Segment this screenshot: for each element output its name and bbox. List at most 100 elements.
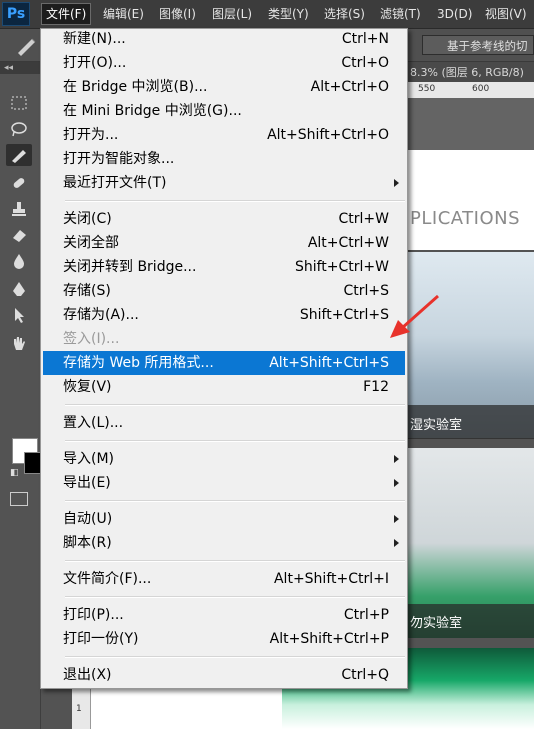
menu-item-scripts[interactable]: 脚本(R)	[43, 531, 405, 555]
menu-item-browse-mini-bridge[interactable]: 在 Mini Bridge 中浏览(G)...	[43, 99, 405, 123]
horizontal-ruler: 550 600	[408, 82, 534, 99]
menu-select[interactable]: 选择(S)	[320, 4, 369, 24]
menu-item-label: 存储为(A)...	[63, 307, 139, 323]
blur-tool-icon[interactable]	[6, 250, 32, 272]
menu-layer[interactable]: 图层(L)	[208, 4, 256, 24]
menu-item-label: 关闭并转到 Bridge...	[63, 259, 197, 275]
ruler-label: 600	[472, 84, 490, 94]
menu-filter[interactable]: 滤镜(T)	[376, 4, 425, 24]
menu-item-shortcut: Alt+Shift+Ctrl+S	[269, 355, 389, 371]
menu-item-place[interactable]: 置入(L)...	[43, 411, 405, 435]
slice-tool-icon[interactable]	[6, 144, 32, 166]
menu-item-save[interactable]: 存储(S) Ctrl+S	[43, 279, 405, 303]
ruler-label: 1	[76, 704, 82, 714]
menu-separator	[65, 440, 405, 442]
canvas-area	[90, 688, 282, 729]
menu-item-shortcut: Alt+Ctrl+O	[310, 79, 389, 95]
menu-item-close-go-bridge[interactable]: 关闭并转到 Bridge... Shift+Ctrl+W	[43, 255, 405, 279]
menu-item-label: 导入(M)	[63, 451, 115, 467]
menu-item-shortcut: Alt+Shift+Ctrl+P	[269, 631, 389, 647]
menu-item-close-all[interactable]: 关闭全部 Alt+Ctrl+W	[43, 231, 405, 255]
menu-item-label: 文件简介(F)...	[63, 571, 152, 587]
menu-item-recent-files[interactable]: 最近打开文件(T)	[43, 171, 405, 195]
menu-separator	[65, 596, 405, 598]
menu-item-print[interactable]: 打印(P)... Ctrl+P	[43, 603, 405, 627]
menu-edit[interactable]: 编辑(E)	[99, 4, 148, 24]
menu-item-export[interactable]: 导出(E)	[43, 471, 405, 495]
menu-item-shortcut: Alt+Ctrl+W	[307, 235, 389, 251]
photoshop-logo: Ps	[2, 2, 30, 26]
menu-item-shortcut: Ctrl+W	[338, 211, 389, 227]
menu-item-shortcut: Ctrl+P	[343, 607, 389, 623]
submenu-arrow-icon	[394, 515, 399, 523]
default-colors-icon[interactable]: ◧	[10, 468, 19, 478]
path-selection-icon[interactable]	[6, 304, 32, 326]
menu-item-label: 在 Bridge 中浏览(B)...	[63, 79, 208, 95]
document-tab-title: 8.3% (图层 6, RGB/8)	[410, 66, 524, 79]
eraser-icon[interactable]	[6, 224, 32, 246]
menu-separator	[65, 500, 405, 502]
menu-item-shortcut: Ctrl+O	[341, 55, 389, 71]
menu-view[interactable]: 视图(V)	[481, 4, 531, 24]
lasso-tool-icon[interactable]	[6, 118, 32, 140]
menu-item-close[interactable]: 关闭(C) Ctrl+W	[43, 207, 405, 231]
marquee-tool-icon[interactable]	[6, 92, 32, 114]
menu-separator	[65, 200, 405, 202]
menu-separator	[65, 656, 405, 658]
photo-caption-1: 湿实验室	[410, 418, 463, 433]
clone-stamp-icon[interactable]	[6, 198, 32, 220]
pen-tool-icon[interactable]	[6, 278, 32, 300]
menu-item-check-in: 签入(I)...	[43, 327, 405, 351]
slices-from-guides-button[interactable]: 基于参考线的切	[422, 35, 534, 55]
submenu-arrow-icon	[394, 179, 399, 187]
menu-item-label: 新建(N)...	[63, 31, 126, 47]
menu-item-save-for-web[interactable]: 存储为 Web 所用格式... Alt+Shift+Ctrl+S	[43, 351, 405, 375]
menu-item-print-one-copy[interactable]: 打印一份(Y) Alt+Shift+Ctrl+P	[43, 627, 405, 651]
menu-item-open-smart-object[interactable]: 打开为智能对象...	[43, 147, 405, 171]
menu-item-file-info[interactable]: 文件简介(F)... Alt+Shift+Ctrl+I	[43, 567, 405, 591]
menu-item-label: 打开(O)...	[63, 55, 127, 71]
canvas-heading: PLICATIONS	[410, 208, 521, 229]
menu-item-open-as[interactable]: 打开为... Alt+Shift+Ctrl+O	[43, 123, 405, 147]
menu-image[interactable]: 图像(I)	[155, 4, 200, 24]
collapse-panels-icon[interactable]: ◂◂	[4, 62, 13, 74]
menu-item-save-as[interactable]: 存储为(A)... Shift+Ctrl+S	[43, 303, 405, 327]
menu-item-label: 存储为 Web 所用格式...	[63, 355, 214, 371]
menu-item-revert[interactable]: 恢复(V) F12	[43, 375, 405, 399]
menu-separator	[65, 560, 405, 562]
menu-item-automate[interactable]: 自动(U)	[43, 507, 405, 531]
menu-item-label: 最近打开文件(T)	[63, 175, 167, 191]
menu-bar: Ps 文件(F) 编辑(E) 图像(I) 图层(L) 类型(Y) 选择(S) 滤…	[0, 0, 534, 29]
menu-item-open[interactable]: 打开(O)... Ctrl+O	[43, 51, 405, 75]
menu-item-label: 打开为智能对象...	[63, 151, 175, 167]
menu-file[interactable]: 文件(F)	[40, 3, 92, 25]
menu-item-label: 自动(U)	[63, 511, 113, 527]
menu-item-label: 在 Mini Bridge 中浏览(G)...	[63, 103, 242, 119]
menu-item-shortcut: Alt+Shift+Ctrl+O	[267, 127, 389, 143]
menu-item-label: 关闭全部	[63, 235, 119, 251]
file-menu-dropdown: 新建(N)... Ctrl+N 打开(O)... Ctrl+O 在 Bridge…	[40, 28, 408, 689]
healing-brush-icon[interactable]	[6, 172, 32, 194]
menu-type[interactable]: 类型(Y)	[264, 4, 313, 24]
menu-item-label: 打开为...	[63, 127, 119, 143]
menu-item-shortcut: F12	[363, 379, 389, 395]
menu-item-label: 存储(S)	[63, 283, 111, 299]
canvas-header-area	[408, 150, 534, 250]
menu-item-import[interactable]: 导入(M)	[43, 447, 405, 471]
menu-item-browse-bridge[interactable]: 在 Bridge 中浏览(B)... Alt+Ctrl+O	[43, 75, 405, 99]
menu-item-label: 恢复(V)	[63, 379, 112, 395]
submenu-arrow-icon	[394, 539, 399, 547]
tools-panel: ◧	[0, 74, 46, 729]
menu-item-label: 退出(X)	[63, 667, 112, 683]
hand-tool-icon[interactable]	[6, 332, 32, 354]
submenu-arrow-icon	[394, 479, 399, 487]
menu-item-shortcut: Alt+Shift+Ctrl+I	[273, 571, 389, 587]
quick-mask-icon[interactable]	[10, 492, 28, 506]
menu-3d[interactable]: 3D(D)	[433, 4, 476, 24]
slice-tool-icon[interactable]	[14, 35, 40, 57]
menu-item-new[interactable]: 新建(N)... Ctrl+N	[43, 27, 405, 51]
menu-item-exit[interactable]: 退出(X) Ctrl+Q	[43, 663, 405, 687]
submenu-arrow-icon	[394, 455, 399, 463]
annotation-arrow-icon	[380, 290, 450, 354]
menu-item-label: 打印(P)...	[63, 607, 124, 623]
